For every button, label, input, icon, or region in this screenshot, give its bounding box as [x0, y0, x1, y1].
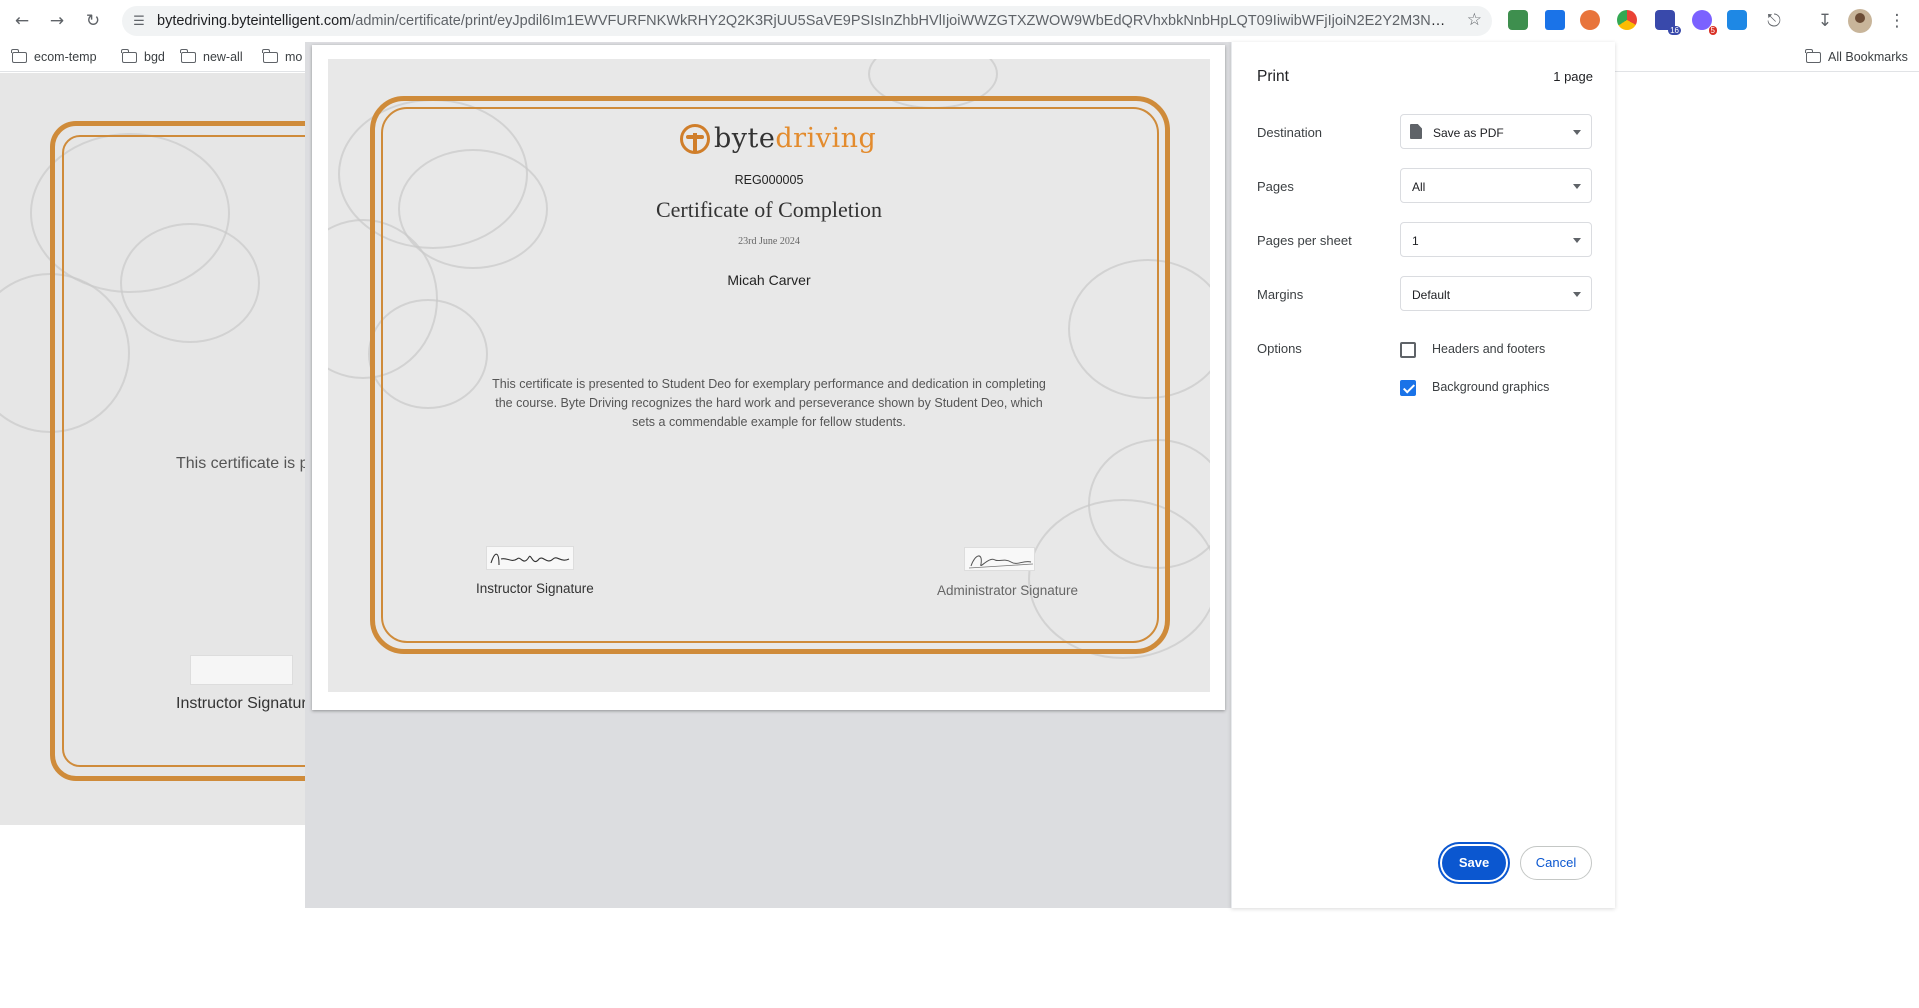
print-dialog-title: Print	[1257, 68, 1289, 85]
bookmark-star-icon[interactable]: ☆	[1467, 10, 1482, 30]
background-body-text: This certificate is presented to Student…	[176, 452, 310, 475]
background-body-text-content: This certificate is presented to Student…	[176, 455, 310, 472]
all-bookmarks-label: All Bookmarks	[1828, 50, 1908, 64]
dropdown-arrow-icon	[1573, 292, 1581, 297]
extension-badge: 16	[1668, 26, 1681, 35]
signature-scribble	[968, 555, 1034, 569]
extension-color-picker-icon[interactable]	[1617, 10, 1637, 30]
reload-icon[interactable]: ↻	[81, 9, 105, 33]
url-text[interactable]: bytedriving.byteintelligent.com/admin/ce…	[157, 13, 1447, 29]
site-info-icon[interactable]: ☰	[130, 12, 148, 30]
instructor-signature-label: Instructor Signature	[476, 581, 594, 596]
pages-label: Pages	[1257, 179, 1294, 194]
print-settings-panel: Print 1 page Destination Save as PDF Pag…	[1231, 42, 1615, 908]
extension-person-icon[interactable]	[1580, 10, 1600, 30]
extension-window-icon[interactable]	[1727, 10, 1747, 30]
folder-icon	[1805, 48, 1821, 63]
extension-spark-icon[interactable]: 5	[1692, 10, 1717, 35]
destination-value: Save as PDF	[1433, 126, 1504, 140]
logo-text-part1: byte	[714, 123, 776, 154]
folder-icon	[180, 48, 196, 63]
menu-kebab-icon[interactable]: ⋮	[1885, 9, 1909, 33]
dropdown-arrow-icon	[1573, 238, 1581, 243]
pages-per-sheet-value: 1	[1412, 234, 1419, 248]
folder-icon	[11, 48, 27, 63]
all-bookmarks[interactable]: All Bookmarks	[1805, 48, 1908, 66]
logo-text-part2: driving	[775, 123, 877, 154]
margins-value: Default	[1412, 288, 1451, 302]
pages-per-sheet-label: Pages per sheet	[1257, 233, 1352, 248]
background-instructor-signature-label: Instructor Signature	[176, 695, 310, 712]
certificate-date: 23rd June 2024	[738, 236, 800, 247]
back-arrow-icon[interactable]: ←	[10, 9, 34, 33]
page-blank-area	[0, 825, 310, 1008]
bookmark-label: new-all	[203, 50, 243, 64]
bytedriving-logo: byte driving	[680, 123, 876, 154]
bookmark-folder[interactable]: bgd	[121, 48, 165, 66]
headers-footers-checkbox[interactable]	[1400, 342, 1416, 358]
profile-avatar[interactable]	[1848, 9, 1872, 33]
bookmark-folder[interactable]: ecom-temp	[11, 48, 97, 66]
folder-icon	[262, 48, 278, 63]
bookmark-label: ecom-temp	[34, 50, 97, 64]
background-instructor-signature-image	[190, 655, 293, 685]
bookmark-label: bgd	[144, 50, 165, 64]
url-path: /admin/certificate/print/eyJpdil6Im1EWVF…	[351, 13, 1447, 29]
destination-label: Destination	[1257, 125, 1323, 140]
pages-select[interactable]: All	[1400, 168, 1592, 203]
destination-select[interactable]: Save as PDF	[1400, 114, 1592, 149]
administrator-signature-image	[964, 547, 1035, 571]
download-icon[interactable]: ↧	[1813, 9, 1837, 33]
registration-number: REG000005	[734, 173, 804, 187]
signature-scribble	[490, 553, 570, 566]
certificate-title: Certificate of Completion	[655, 197, 883, 222]
extensions-puzzle-icon[interactable]: ⎋	[1762, 9, 1786, 33]
headers-footers-label[interactable]: Headers and footers	[1432, 342, 1545, 356]
page-count: 1 page	[1553, 69, 1593, 84]
background-graphics-label[interactable]: Background graphics	[1432, 380, 1549, 394]
dropdown-arrow-icon	[1573, 130, 1581, 135]
margins-label: Margins	[1257, 287, 1304, 302]
document-icon	[1410, 124, 1422, 139]
extension-badge: 5	[1708, 26, 1717, 35]
administrator-signature-label: Administrator Signature	[937, 583, 1079, 598]
background-certificate-page: This certificate is presented to Student…	[0, 73, 310, 825]
recipient-name: Micah Carver	[727, 272, 811, 288]
background-graphics-checkbox[interactable]	[1400, 380, 1416, 396]
bookmark-folder[interactable]: mo	[262, 48, 303, 66]
steering-wheel-icon	[680, 123, 710, 154]
certificate-body-text: This certificate is presented to Student…	[492, 377, 1046, 429]
url-host: bytedriving.byteintelligent.com	[157, 13, 352, 29]
forward-arrow-icon[interactable]: →	[45, 9, 69, 33]
extension-home-icon[interactable]: 16	[1655, 10, 1681, 35]
extension-globe-icon[interactable]	[1508, 10, 1528, 30]
pages-per-sheet-select[interactable]: 1	[1400, 222, 1592, 257]
bookmark-label: mo	[285, 50, 303, 64]
certificate-preview: byte driving REG000005 Certificate of Com…	[328, 59, 1210, 692]
instructor-signature-image	[486, 546, 574, 570]
folder-icon	[121, 48, 137, 63]
pages-value: All	[1412, 180, 1426, 194]
margins-select[interactable]: Default	[1400, 276, 1592, 311]
browser-toolbar: ← → ↻ ☰ bytedriving.byteintelligent.com/…	[0, 0, 1919, 42]
cancel-button[interactable]: Cancel	[1520, 846, 1592, 880]
save-button[interactable]: Save	[1442, 846, 1506, 880]
bookmark-folder[interactable]: new-all	[180, 48, 243, 66]
address-bar[interactable]: ☰ bytedriving.byteintelligent.com/admin/…	[122, 6, 1492, 36]
options-label: Options	[1257, 341, 1302, 356]
extension-font-icon[interactable]	[1545, 10, 1565, 30]
dropdown-arrow-icon	[1573, 184, 1581, 189]
